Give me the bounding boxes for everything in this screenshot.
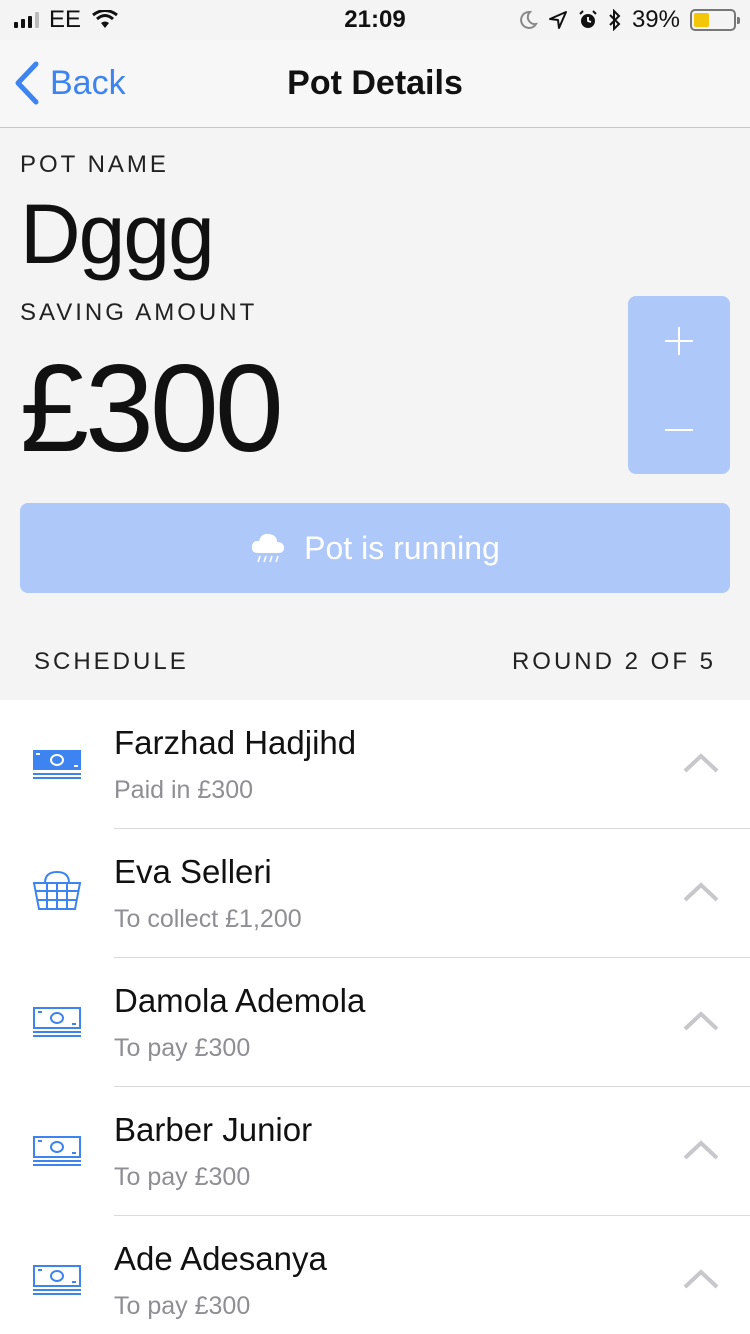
page-title: Pot Details <box>287 64 463 102</box>
status-right: 39% <box>518 6 740 34</box>
member-status: Paid in £300 <box>114 776 254 804</box>
saving-amount-label: SAVING AMOUNT <box>20 299 258 326</box>
list-item[interactable]: Barber Junior To pay £300 <box>0 1087 750 1216</box>
schedule-list: Farzhad Hadjihd Paid in £300 Eva Selleri… <box>0 700 750 1334</box>
schedule-label: SCHEDULE <box>34 648 189 675</box>
round-indicator: ROUND 2 OF 5 <box>511 648 716 675</box>
member-status: To collect £1,200 <box>114 905 302 933</box>
alarm-icon <box>579 10 597 28</box>
pot-name-value[interactable]: Dggg <box>20 186 215 283</box>
status-left: EE <box>14 6 119 34</box>
banknote-icon <box>33 750 81 779</box>
chevron-up-icon[interactable] <box>682 881 720 903</box>
list-item[interactable]: Farzhad Hadjihd Paid in £300 <box>0 700 750 829</box>
saving-amount-value: £300 <box>20 340 284 478</box>
banknote-icon <box>33 1007 81 1037</box>
member-name: Eva Selleri <box>114 853 272 890</box>
carrier-label: EE <box>49 6 82 33</box>
pot-status-label: Pot is running <box>304 529 500 566</box>
minus-icon <box>665 428 693 431</box>
schedule-header: SCHEDULE ROUND 2 OF 5 <box>0 630 750 694</box>
signal-icon <box>14 12 39 28</box>
basket-icon <box>32 870 82 910</box>
member-name: Farzhad Hadjihd <box>114 724 357 761</box>
chevron-up-icon[interactable] <box>682 752 720 774</box>
amount-stepper <box>628 296 730 474</box>
chevron-up-icon[interactable] <box>682 1010 720 1032</box>
list-item[interactable]: Damola Ademola To pay £300 <box>0 958 750 1087</box>
navigation-bar: Back Pot Details <box>0 40 750 128</box>
decrease-button[interactable] <box>628 385 730 474</box>
banknote-icon <box>33 1136 81 1166</box>
member-status: To pay £300 <box>114 1163 251 1191</box>
member-name: Barber Junior <box>114 1111 313 1148</box>
rain-cloud-icon <box>252 533 285 563</box>
pot-status-button[interactable]: Pot is running <box>20 503 730 593</box>
bluetooth-icon <box>609 9 621 31</box>
list-item[interactable]: Ade Adesanya To pay £300 <box>0 1216 750 1334</box>
battery-percent: 39% <box>631 6 680 33</box>
moon-icon <box>520 10 538 29</box>
chevron-up-icon[interactable] <box>682 1139 720 1161</box>
list-item[interactable]: Eva Selleri To collect £1,200 <box>0 829 750 958</box>
plus-icon <box>665 326 693 355</box>
increase-button[interactable] <box>628 296 730 385</box>
location-icon <box>548 11 567 29</box>
member-name: Ade Adesanya <box>114 1240 327 1277</box>
battery-level <box>694 13 709 27</box>
battery-icon <box>690 9 740 31</box>
pot-name-label: POT NAME <box>20 151 169 178</box>
member-status: To pay £300 <box>114 1034 251 1062</box>
banknote-icon <box>33 1265 81 1295</box>
wifi-icon <box>92 10 118 28</box>
member-name: Damola Ademola <box>114 982 366 1019</box>
status-bar: EE 21:09 39% <box>0 0 750 40</box>
chevron-up-icon[interactable] <box>682 1268 720 1290</box>
member-status: To pay £300 <box>114 1292 251 1320</box>
